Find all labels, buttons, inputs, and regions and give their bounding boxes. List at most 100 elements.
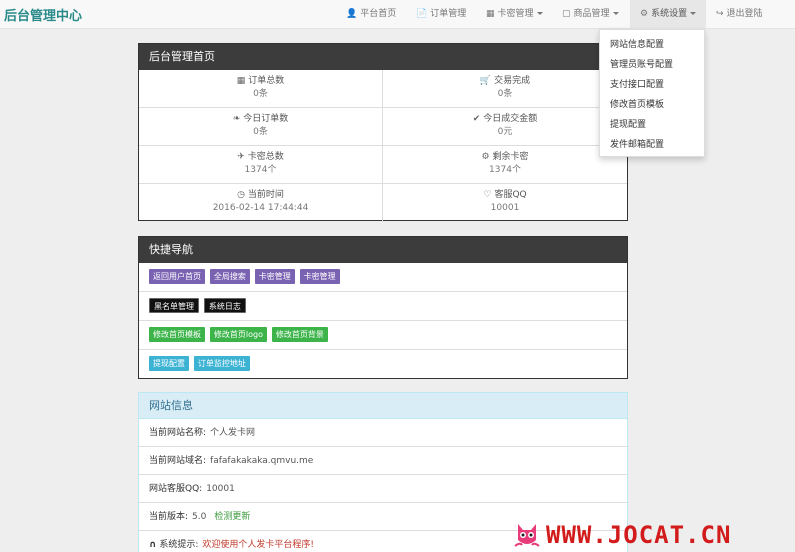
info-row-domain: 当前网站域名: fafafakakaka.qmvu.me — [139, 447, 627, 475]
heart-icon: ♡ — [483, 190, 492, 200]
quick-row: 修改首页模板 修改首页logo 修改首页背景 — [139, 321, 627, 350]
info-label: 当前版本: — [149, 512, 189, 522]
nav-logout[interactable]: ↪ 退出登陆 — [710, 0, 778, 29]
info-value: 个人发卡网 — [210, 428, 256, 438]
stat-cardkey-total: ✈ 卡密总数 1374个 — [139, 146, 383, 184]
stat-label: 剩余卡密 — [492, 152, 529, 162]
quick-row: 提现配置 订单监控地址 — [139, 350, 627, 379]
plane-icon: ✈ — [237, 152, 245, 162]
cardkey-manage-button-2[interactable]: 卡密管理 — [299, 269, 340, 284]
nav-label: 退出登陆 — [726, 9, 763, 19]
logout-icon: ↪ — [716, 9, 724, 19]
stat-value: 2016-02-14 17:44:44 — [212, 203, 309, 213]
chevron-down-icon — [612, 12, 619, 15]
watermark: WWW.JOCAT.CN — [512, 518, 731, 552]
panel-title: 后台管理首页 — [139, 44, 627, 70]
nav-label: 订单管理 — [430, 9, 467, 19]
stat-value: 0条 — [253, 127, 268, 137]
stat-label: 卡密总数 — [247, 152, 284, 162]
quick-nav-panel: 快捷导航 返回用户首页 全局搜索 卡密管理 卡密管理 黑名单管理 系统日志 修改… — [138, 236, 628, 379]
watermark-text: WWW.JOCAT.CN — [546, 521, 732, 549]
stat-label: 客服QQ — [494, 190, 527, 200]
nav-label: 平台首页 — [360, 9, 397, 19]
nav-cardkeys[interactable]: ▦ 卡密管理 — [480, 0, 550, 29]
user-icon: 👤 — [346, 9, 358, 19]
edit-home-template-button[interactable]: 修改首页模板 — [149, 327, 205, 342]
clock-icon: ◷ — [237, 190, 245, 200]
stat-value: 10001 — [490, 203, 520, 213]
grid-icon: ▦ — [236, 76, 246, 86]
info-label: 网站客服QQ: — [149, 484, 203, 494]
magnet-icon: ∩ — [149, 540, 157, 550]
chevron-down-icon — [536, 12, 543, 15]
check-update-link[interactable]: 检测更新 — [214, 512, 250, 522]
stat-value: 1374个 — [244, 165, 277, 175]
stat-label: 今日成交金额 — [483, 114, 538, 124]
stats-grid: ▦ 订单总数 0条 🛒 交易完成 0条 ❧ 今日订单数 0条 ✔ 今日成交金额 0元 ✈… — [139, 70, 627, 222]
stat-current-time: ◷ 当前时间 2016-02-14 17:44:44 — [139, 184, 383, 222]
order-monitor-button[interactable]: 订单监控地址 — [193, 356, 250, 371]
menu-item-site-info[interactable]: 网站信息配置 — [600, 35, 704, 55]
gear-icon: ⚙ — [481, 152, 490, 162]
top-navbar: 后台管理中心 👤 平台首页 📄 订单管理 ▦ 卡密管理 ▢ 商品管理 ⚙ 系统设置 ↪ 退出… — [0, 0, 795, 29]
gear-icon: ⚙ — [640, 9, 649, 19]
info-value: 10001 — [206, 484, 235, 494]
stat-cardkey-remaining: ⚙ 剩余卡密 1374个 — [383, 146, 627, 184]
edit-home-bg-button[interactable]: 修改首页背景 — [271, 327, 328, 342]
system-log-button[interactable]: 系统日志 — [203, 298, 246, 313]
nav-label: 卡密管理 — [497, 9, 534, 19]
stat-service-qq: ♡ 客服QQ 10001 — [383, 184, 627, 222]
quick-row: 返回用户首页 全局搜索 卡密管理 卡密管理 — [139, 263, 627, 292]
nav-label: 系统设置 — [651, 9, 688, 19]
info-value: 欢迎使用个人发卡平台程序! — [202, 540, 314, 550]
panel-title: 网站信息 — [139, 393, 627, 419]
nav-platform-home[interactable]: 👤 平台首页 — [340, 0, 402, 29]
stat-label: 交易完成 — [494, 76, 531, 86]
stat-value: 1374个 — [489, 165, 521, 175]
nav-settings[interactable]: ⚙ 系统设置 — [630, 0, 706, 29]
cart-icon: 🛒 — [479, 76, 492, 86]
menu-item-mail[interactable]: 发件邮箱配置 — [600, 135, 704, 155]
card-icon: ▢ — [562, 9, 571, 19]
menu-item-home-template[interactable]: 修改首页模板 — [600, 95, 704, 115]
menu-item-payment[interactable]: 支付接口配置 — [600, 75, 704, 95]
nav-orders[interactable]: 📄 订单管理 — [410, 0, 472, 29]
stat-trade-complete: 🛒 交易完成 0条 — [383, 70, 627, 108]
cat-logo-icon — [514, 524, 540, 547]
stat-value: 0条 — [253, 89, 268, 99]
stat-value: 0元 — [497, 127, 513, 137]
info-row-site-name: 当前网站名称: 个人发卡网 — [139, 419, 627, 447]
info-label: 系统提示: — [159, 540, 199, 550]
stat-label: 今日订单数 — [243, 114, 289, 124]
stat-order-total: ▦ 订单总数 0条 — [139, 70, 383, 108]
withdraw-config-button[interactable]: 提现配置 — [149, 356, 189, 371]
check-icon: ✔ — [472, 114, 481, 124]
info-label: 当前网站域名: — [149, 456, 207, 466]
blacklist-button[interactable]: 黑名单管理 — [149, 298, 199, 313]
info-value: 5.0 — [192, 512, 207, 522]
stat-label: 当前时间 — [247, 190, 284, 200]
global-search-button[interactable]: 全局搜索 — [209, 269, 250, 284]
app-title[interactable]: 后台管理中心 — [4, 5, 82, 24]
info-row-qq: 网站客服QQ: 10001 — [139, 475, 627, 503]
back-to-user-home-button[interactable]: 返回用户首页 — [149, 269, 205, 284]
menu-item-admin-account[interactable]: 管理员账号配置 — [600, 55, 704, 75]
document-icon: 📄 — [416, 9, 428, 19]
nav-products[interactable]: ▢ 商品管理 — [556, 0, 626, 29]
info-value: fafafakakaka.qmvu.me — [210, 456, 314, 466]
chevron-down-icon — [690, 12, 697, 15]
quick-row: 黑名单管理 系统日志 — [139, 292, 627, 321]
settings-dropdown-menu: 网站信息配置 管理员账号配置 支付接口配置 修改首页模板 提现配置 发件邮箱配置 — [599, 29, 705, 157]
panel-title: 快捷导航 — [139, 237, 627, 263]
info-label: 当前网站名称: — [149, 428, 207, 438]
cardkey-manage-button[interactable]: 卡密管理 — [254, 269, 295, 284]
stat-today-amount: ✔ 今日成交金额 0元 — [383, 108, 627, 146]
stat-value: 0条 — [497, 89, 513, 99]
dashboard-panel: 后台管理首页 ▦ 订单总数 0条 🛒 交易完成 0条 ❧ 今日订单数 0条 ✔ 今日成交… — [138, 43, 628, 222]
nav-label: 商品管理 — [573, 9, 610, 19]
edit-home-logo-button[interactable]: 修改首页logo — [209, 327, 267, 342]
stat-today-orders: ❧ 今日订单数 0条 — [139, 108, 383, 146]
list-icon: ▦ — [486, 9, 495, 19]
leaf-icon: ❧ — [232, 114, 241, 124]
menu-item-withdraw[interactable]: 提现配置 — [600, 115, 704, 135]
